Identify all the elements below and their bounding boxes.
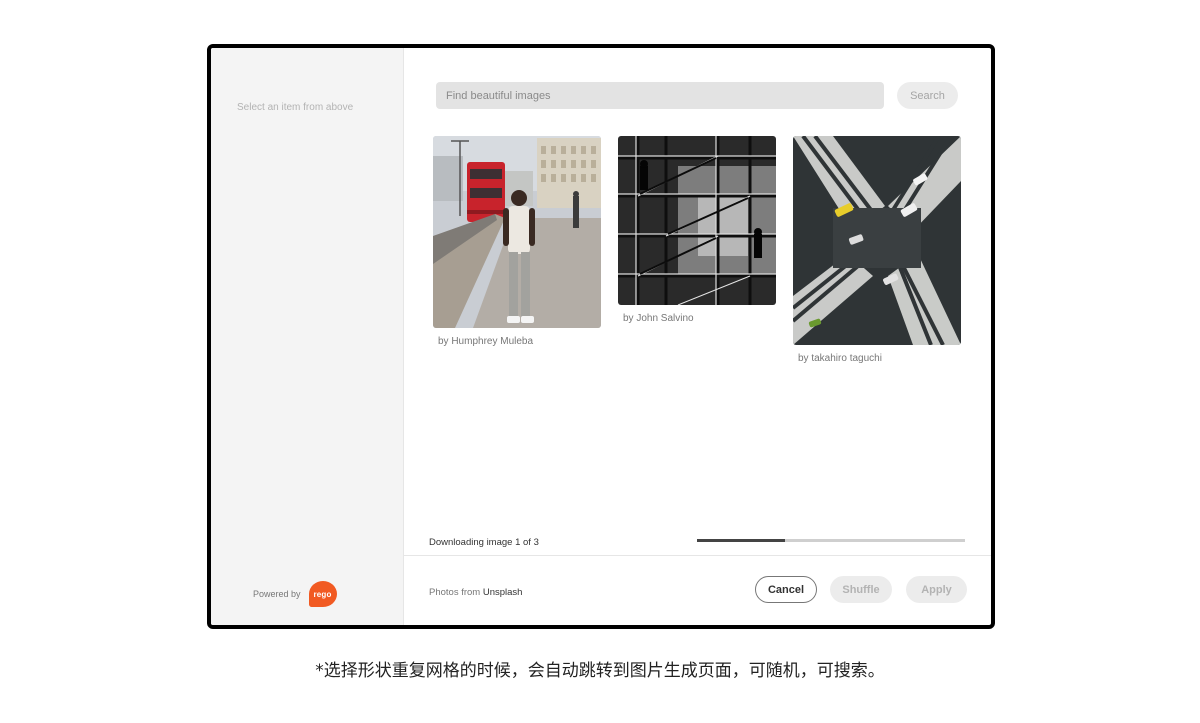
download-progress-bar [697,539,965,542]
download-progress-fill [697,539,786,542]
caption-note: *选择形状重复网格的时候，会自动跳转到图片生成页面，可随机，可搜索。 [315,661,885,681]
powered-by: Powered by rego [253,581,337,607]
footer-divider [404,555,991,556]
cancel-button[interactable]: Cancel [755,576,817,603]
main-panel: Search [404,48,991,625]
download-status: Downloading image 1 of 3 [429,537,539,548]
sidebar: Select an item from above Powered by reg… [211,48,404,625]
image-card[interactable]: by takahiro taguchi [793,136,961,364]
search-button[interactable]: Search [897,82,958,109]
image-card[interactable]: by Humphrey Muleba [433,136,601,347]
photo-thumbnail[interactable] [618,136,776,305]
image-card[interactable]: by John Salvino [618,136,776,324]
photo-thumbnail[interactable] [433,136,601,328]
search-input[interactable] [436,82,884,109]
powered-by-label: Powered by [253,589,301,599]
shuffle-button[interactable]: Shuffle [830,576,892,603]
image-credit: by takahiro taguchi [798,353,882,364]
unsplash-link[interactable]: Unsplash [483,587,523,598]
image-picker-dialog: Select an item from above Powered by reg… [207,44,995,629]
sidebar-hint: Select an item from above [237,102,354,113]
photos-from-label: Photos from [429,587,481,598]
apply-button[interactable]: Apply [906,576,967,603]
photo-thumbnail[interactable] [793,136,961,345]
image-credit: by Humphrey Muleba [438,336,534,347]
rego-logo: rego [308,581,337,607]
photos-from: Photos from Unsplash [429,587,522,598]
image-credit: by John Salvino [623,313,694,324]
